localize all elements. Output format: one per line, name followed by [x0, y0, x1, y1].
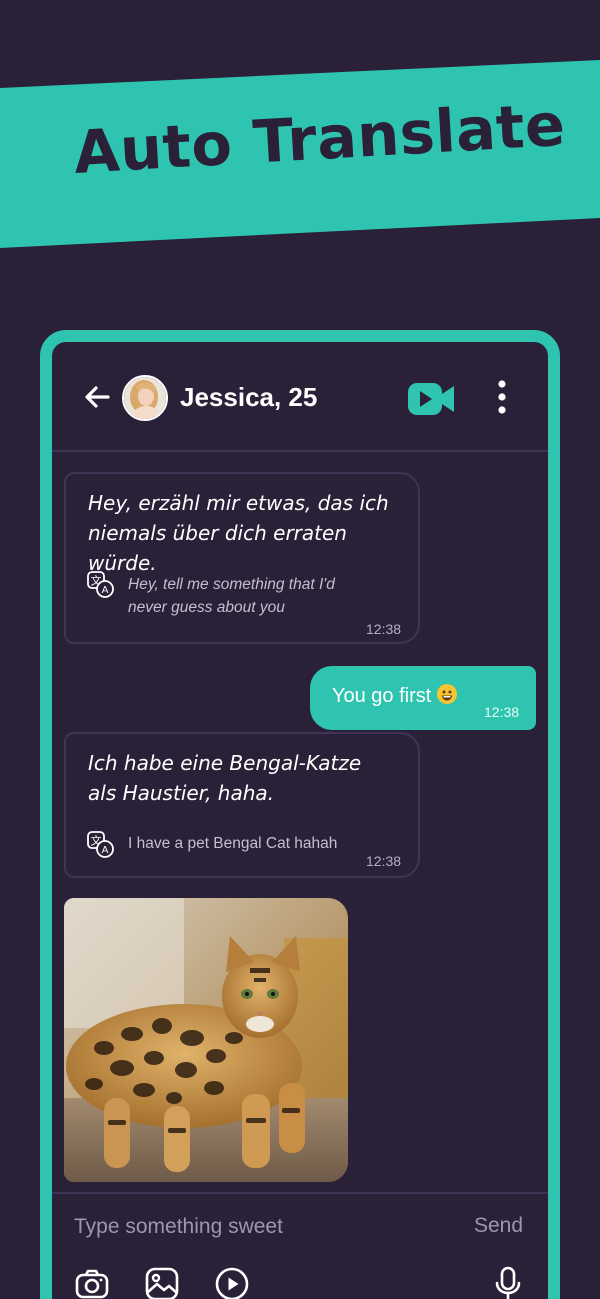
phone-frame: Jessica, 25 Hey, erzähl mir etwas, das i… — [40, 330, 560, 1299]
chat-screen: Jessica, 25 Hey, erzähl mir etwas, das i… — [52, 342, 548, 1299]
microphone-icon[interactable] — [490, 1266, 526, 1299]
translated-text: Hey, tell me something that I'd never gu… — [128, 576, 335, 616]
avatar[interactable] — [122, 375, 168, 421]
more-vertical-icon[interactable] — [492, 378, 512, 418]
incoming-message[interactable]: Ich habe eine Bengal-Katze als Haustier,… — [64, 732, 420, 878]
message-input[interactable] — [74, 1212, 434, 1242]
chat-header: Jessica, 25 — [52, 342, 548, 452]
grinning-face-emoji — [437, 684, 458, 704]
original-text: Ich habe eine Bengal-Katze als Haustier,… — [88, 751, 362, 805]
play-icon[interactable] — [214, 1266, 250, 1299]
bengal-cat-photo[interactable] — [64, 898, 348, 1182]
svg-text:A: A — [102, 585, 109, 596]
message-composer: Send — [52, 1192, 548, 1299]
outgoing-message[interactable]: You go first 12:38 — [310, 666, 536, 730]
message-time: 12:38 — [366, 621, 402, 637]
translate-icon: 文 A — [87, 571, 114, 598]
camera-icon[interactable] — [74, 1266, 110, 1299]
original-text: Hey, erzähl mir etwas, das ich niemals ü… — [88, 491, 389, 575]
send-button[interactable]: Send — [474, 1214, 523, 1238]
message-time: 12:38 — [484, 704, 520, 720]
arrow-left-icon[interactable] — [82, 382, 112, 412]
svg-text:A: A — [102, 845, 109, 856]
gallery-icon[interactable] — [144, 1266, 180, 1299]
message-time: 12:38 — [366, 853, 402, 869]
incoming-message[interactable]: Hey, erzähl mir etwas, das ich niemals ü… — [64, 472, 420, 644]
video-camera-icon[interactable] — [408, 379, 456, 419]
message-text: You go first — [332, 684, 458, 708]
translated-text: I have a pet Bengal Cat hahah — [128, 835, 338, 852]
translate-icon: 文 A — [87, 831, 114, 858]
contact-name[interactable]: Jessica, 25 — [180, 382, 317, 413]
